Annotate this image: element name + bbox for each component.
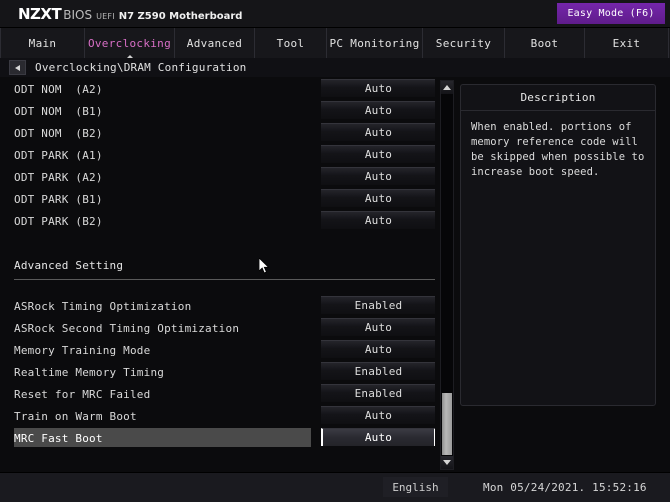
bios-setup-screen: NZXT BIOS UEFI N7 Z590 Motherboard Easy … xyxy=(0,0,670,502)
scroll-down-button[interactable] xyxy=(441,456,453,469)
tab-security-label: Security xyxy=(435,36,492,50)
setting-value[interactable]: Enabled xyxy=(321,384,435,402)
setting-label: ODT PARK (B1) xyxy=(14,192,103,206)
tab-boot[interactable]: Boot xyxy=(505,28,585,58)
motherboard-model: N7 Z590 Motherboard xyxy=(118,11,243,22)
tab-advanced[interactable]: Advanced xyxy=(175,28,255,58)
setting-label: ODT NOM (A2) xyxy=(14,82,103,96)
tab-boot-label: Boot xyxy=(530,36,559,50)
tab-advanced-label: Advanced xyxy=(186,36,243,50)
triangle-down-icon xyxy=(443,460,451,465)
back-button[interactable] xyxy=(9,60,26,75)
tab-exit[interactable]: Exit xyxy=(585,28,669,58)
setting-row-odt-nom-b1[interactable]: ODT NOM (B1) Auto xyxy=(0,100,435,122)
triangle-up-icon xyxy=(443,85,451,90)
setting-row-mrc-fast-boot[interactable]: MRC Fast Boot Auto xyxy=(0,427,435,449)
settings-scrollbar[interactable] xyxy=(440,80,454,470)
settings-list: ODT NOM (A2) Auto ODT NOM (B1) Auto ODT … xyxy=(0,78,435,472)
setting-value[interactable]: Auto xyxy=(321,428,435,446)
setting-value[interactable]: Auto xyxy=(321,189,435,207)
brand-name: NZXT xyxy=(18,5,62,23)
divider-spacer xyxy=(0,278,435,295)
section-heading-label: Advanced Setting xyxy=(14,259,124,272)
setting-label: ODT NOM (B2) xyxy=(14,126,103,140)
setting-label: ASRock Second Timing Optimization xyxy=(14,321,240,335)
setting-row-odt-park-a1[interactable]: ODT PARK (A1) Auto xyxy=(0,144,435,166)
setting-value[interactable]: Auto xyxy=(321,79,435,97)
content-area: ODT NOM (A2) Auto ODT NOM (B1) Auto ODT … xyxy=(0,78,670,472)
breadcrumb: Overclocking\DRAM Configuration xyxy=(0,58,670,77)
app-header: NZXT BIOS UEFI N7 Z590 Motherboard Easy … xyxy=(0,0,670,28)
tab-security[interactable]: Security xyxy=(423,28,505,58)
setting-row-odt-park-b2[interactable]: ODT PARK (B2) Auto xyxy=(0,210,435,232)
description-panel: Description When enabled. portions of me… xyxy=(460,84,656,406)
setting-row-memory-training-mode[interactable]: Memory Training Mode Auto xyxy=(0,339,435,361)
description-text: When enabled. portions of memory referen… xyxy=(471,121,645,178)
tab-overclocking-label: Overclocking xyxy=(87,36,172,50)
setting-row-realtime-memory-timing[interactable]: Realtime Memory Timing Enabled xyxy=(0,361,435,383)
setting-row-odt-park-b1[interactable]: ODT PARK (B1) Auto xyxy=(0,188,435,210)
setting-value[interactable]: Auto xyxy=(321,318,435,336)
setting-row-odt-park-a2[interactable]: ODT PARK (A2) Auto xyxy=(0,166,435,188)
setting-row-reset-for-mrc-failed[interactable]: Reset for MRC Failed Enabled xyxy=(0,383,435,405)
setting-value[interactable]: Auto xyxy=(321,145,435,163)
setting-label: Reset for MRC Failed xyxy=(14,387,151,401)
setting-value[interactable]: Enabled xyxy=(321,362,435,380)
description-title: Description xyxy=(461,85,655,111)
scroll-up-button[interactable] xyxy=(441,81,453,94)
brand-bios-label: BIOS xyxy=(63,8,93,22)
system-datetime: Mon 05/24/2021. 15:52:16 xyxy=(483,480,647,494)
tab-overclocking[interactable]: Overclocking xyxy=(85,28,175,59)
brand-logo: NZXT BIOS UEFI N7 Z590 Motherboard xyxy=(18,5,242,23)
setting-label: Train on Warm Boot xyxy=(14,409,137,423)
main-tab-bar: Main Overclocking Advanced Tool PC Monit… xyxy=(0,28,670,59)
scrollbar-thumb[interactable] xyxy=(442,393,452,455)
section-divider xyxy=(14,279,435,280)
setting-value[interactable]: Auto xyxy=(321,101,435,119)
setting-value[interactable]: Enabled xyxy=(321,296,435,314)
app-footer: English Mon 05/24/2021. 15:52:16 xyxy=(0,472,670,502)
setting-label: ODT PARK (B2) xyxy=(14,214,103,228)
setting-label: ASRock Timing Optimization xyxy=(14,299,192,313)
setting-label: Realtime Memory Timing xyxy=(14,365,165,379)
triangle-left-icon xyxy=(15,64,20,71)
setting-label: ODT NOM (B1) xyxy=(14,104,103,118)
tab-exit-label: Exit xyxy=(612,36,641,50)
setting-value[interactable]: Auto xyxy=(321,211,435,229)
setting-row-odt-nom-b2[interactable]: ODT NOM (B2) Auto xyxy=(0,122,435,144)
setting-label: ODT PARK (A2) xyxy=(14,170,103,184)
setting-label: ODT PARK (A1) xyxy=(14,148,103,162)
setting-value[interactable]: Auto xyxy=(321,340,435,358)
setting-label: MRC Fast Boot xyxy=(14,431,103,445)
tab-main-label: Main xyxy=(28,36,57,50)
setting-row-asrock-second-timing-optimization[interactable]: ASRock Second Timing Optimization Auto xyxy=(0,317,435,339)
tab-tool[interactable]: Tool xyxy=(255,28,327,58)
easy-mode-button[interactable]: Easy Mode (F6) xyxy=(557,3,665,24)
brand-uefi-label: UEFI xyxy=(96,12,115,21)
tab-pc-monitoring[interactable]: PC Monitoring xyxy=(327,28,423,58)
tab-main[interactable]: Main xyxy=(0,28,85,58)
setting-row-odt-nom-a2[interactable]: ODT NOM (A2) Auto xyxy=(0,78,435,100)
section-heading-advanced-setting: Advanced Setting xyxy=(0,258,435,278)
setting-value[interactable]: Auto xyxy=(321,123,435,141)
tab-pc-monitoring-label: PC Monitoring xyxy=(329,36,420,50)
breadcrumb-path: Overclocking\DRAM Configuration xyxy=(35,61,247,74)
setting-label: Memory Training Mode xyxy=(14,343,151,357)
setting-row-train-on-warm-boot[interactable]: Train on Warm Boot Auto xyxy=(0,405,435,427)
setting-value[interactable]: Auto xyxy=(321,406,435,424)
setting-row-asrock-timing-optimization[interactable]: ASRock Timing Optimization Enabled xyxy=(0,295,435,317)
language-button[interactable]: English xyxy=(383,477,448,497)
tab-tool-label: Tool xyxy=(276,36,305,50)
setting-value[interactable]: Auto xyxy=(321,167,435,185)
